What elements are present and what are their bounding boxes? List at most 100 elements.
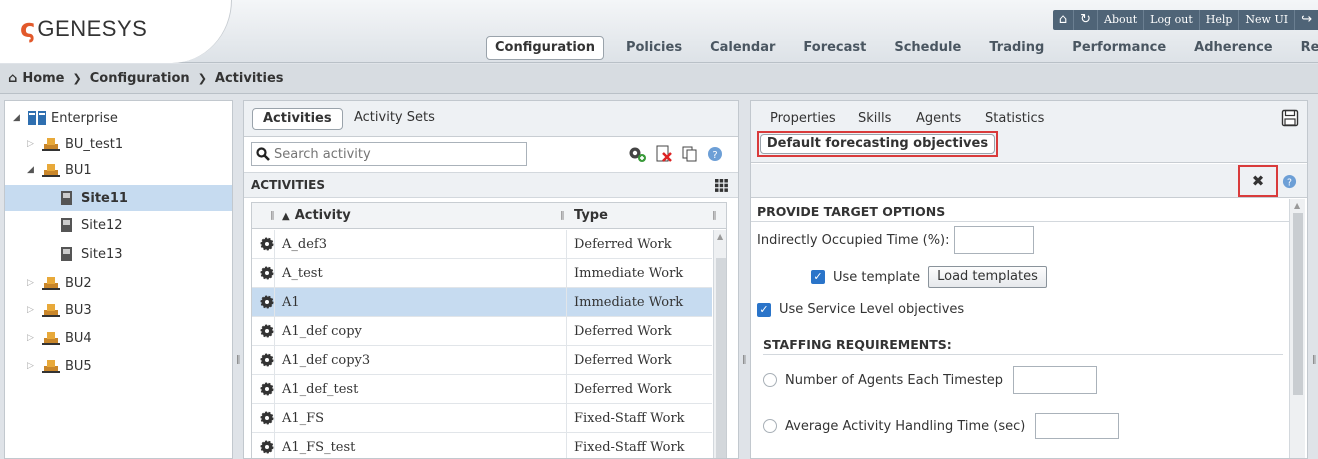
tab-default-forecasting-objectives[interactable]: Default forecasting objectives <box>760 134 995 154</box>
help-icon[interactable]: ? <box>1282 174 1297 189</box>
cell-divider <box>566 346 567 375</box>
nav-adherence[interactable]: Adherence <box>1180 37 1286 59</box>
splitter-grip-icon[interactable]: ‖ <box>742 355 747 365</box>
tree-item-bu3[interactable]: ▷ BU3 <box>27 297 227 323</box>
help-icon[interactable]: ? <box>707 146 723 162</box>
collapsed-arrow-icon[interactable]: ▷ <box>27 333 41 343</box>
num-agents-label: Number of Agents Each Timestep <box>785 372 1004 388</box>
load-templates-button[interactable]: Load templates <box>928 266 1047 288</box>
aht-radio[interactable] <box>763 419 777 433</box>
new-ui-link[interactable]: New UI <box>1238 10 1294 30</box>
num-agents-radio[interactable] <box>763 373 777 387</box>
tab-activity-sets[interactable]: Activity Sets <box>344 108 445 130</box>
nav-performance[interactable]: Performance <box>1058 37 1180 59</box>
cell-divider <box>274 288 275 317</box>
collapsed-arrow-icon[interactable]: ▷ <box>27 139 41 149</box>
copy-icon[interactable] <box>681 145 699 163</box>
tree-item-enterprise[interactable]: ◢ Enterprise <box>13 105 232 131</box>
grid-scrollbar[interactable]: ▲ <box>713 230 726 458</box>
tree-item-bu-test1[interactable]: ▷ BU_test1 <box>27 131 227 157</box>
refresh-icon[interactable]: ↻ <box>1073 10 1097 30</box>
nav-policies[interactable]: Policies <box>612 37 696 59</box>
right-splitter[interactable]: ‖ <box>740 100 748 459</box>
aht-input[interactable] <box>1035 413 1120 439</box>
about-link[interactable]: About <box>1097 10 1143 30</box>
business-unit-icon <box>42 138 60 151</box>
delete-document-icon[interactable] <box>655 145 673 163</box>
column-chooser-grid-icon[interactable] <box>715 179 728 192</box>
tab-properties[interactable]: Properties <box>770 111 836 126</box>
collapsed-arrow-icon[interactable]: ▷ <box>27 305 41 315</box>
column-resize-handle-icon[interactable]: ‖ <box>712 203 717 229</box>
form-scrollbar[interactable]: ▲ <box>1289 199 1305 458</box>
nav-reports[interactable]: Reports <box>1287 37 1318 59</box>
table-row-selected[interactable]: A1 Immediate Work <box>252 288 712 317</box>
tab-agents[interactable]: Agents <box>916 111 961 126</box>
tree-item-bu1[interactable]: ◢ BU1 <box>27 157 227 183</box>
tree-item-site13[interactable]: Site13 <box>57 241 227 267</box>
activity-name-cell: A1_def_test <box>282 382 359 397</box>
breadcrumb-home[interactable]: Home <box>22 71 64 86</box>
column-resize-handle-icon[interactable]: ‖ <box>270 203 275 229</box>
tab-skills[interactable]: Skills <box>858 111 891 126</box>
nav-configuration[interactable]: Configuration <box>486 36 604 60</box>
logout-link[interactable]: Log out <box>1143 10 1199 30</box>
nav-forecast[interactable]: Forecast <box>789 37 880 59</box>
help-link[interactable]: Help <box>1198 10 1239 30</box>
column-header-label: Activity <box>294 208 351 223</box>
column-resize-handle-icon[interactable]: ‖ <box>560 203 565 229</box>
scrollbar-thumb[interactable] <box>716 258 726 458</box>
tree-item-site11[interactable]: Site11 <box>5 185 232 211</box>
splitter-grip-icon[interactable]: ‖ <box>236 355 241 365</box>
num-agents-input[interactable] <box>1013 366 1098 394</box>
nav-trading[interactable]: Trading <box>975 37 1058 59</box>
indirect-occupied-input[interactable] <box>953 226 1034 254</box>
breadcrumb-configuration[interactable]: Configuration <box>90 71 190 86</box>
search-activity-input[interactable] <box>274 146 514 162</box>
use-service-level-checkbox[interactable]: ✓ <box>757 302 771 317</box>
forecasting-objectives-form: PROVIDE TARGET OPTIONS Indirectly Occupi… <box>751 199 1291 458</box>
tree-item-site12[interactable]: Site12 <box>57 212 227 238</box>
table-row[interactable]: A1_FS Fixed-Staff Work <box>252 404 712 433</box>
activity-name-cell: A_def3 <box>282 237 327 252</box>
exit-icon[interactable]: ↪ <box>1294 10 1318 30</box>
use-service-level-row: ✓ Use Service Level objectives <box>757 302 964 317</box>
cell-divider <box>274 317 275 346</box>
save-icon[interactable] <box>1281 109 1299 127</box>
tab-activities[interactable]: Activities <box>252 108 343 130</box>
scroll-up-arrow-icon[interactable]: ▲ <box>1294 201 1300 210</box>
column-header-activity[interactable]: ▲ Activity <box>282 203 351 229</box>
use-template-checkbox[interactable]: ✓ <box>811 270 825 284</box>
table-row[interactable]: A1_FS_test Fixed-Staff Work <box>252 433 712 458</box>
cell-divider <box>566 259 567 288</box>
search-activity-box[interactable] <box>251 142 527 166</box>
scrollbar-thumb[interactable] <box>1293 213 1303 395</box>
table-row[interactable]: A1_def copy3 Deferred Work <box>252 346 712 375</box>
close-button[interactable]: ✖ <box>1238 165 1278 197</box>
tree-item-bu4[interactable]: ▷ BU4 <box>27 325 227 351</box>
tree-item-bu2[interactable]: ▷ BU2 <box>27 270 227 296</box>
expanded-arrow-icon[interactable]: ◢ <box>13 113 27 123</box>
activities-section-header: ACTIVITIES <box>244 172 738 198</box>
collapsed-arrow-icon[interactable]: ▷ <box>27 361 41 371</box>
nav-calendar[interactable]: Calendar <box>696 37 789 59</box>
far-right-splitter[interactable]: ‖ <box>1310 100 1318 459</box>
scroll-up-arrow-icon[interactable]: ▲ <box>717 232 723 241</box>
nav-schedule[interactable]: Schedule <box>880 37 975 59</box>
provide-target-options-title: PROVIDE TARGET OPTIONS <box>757 204 946 219</box>
tree-item-bu5[interactable]: ▷ BU5 <box>27 353 227 379</box>
splitter-grip-icon[interactable]: ‖ <box>1312 355 1317 365</box>
table-row[interactable]: A_test Immediate Work <box>252 259 712 288</box>
enterprise-tree: ◢ Enterprise ▷ BU_test1 ◢ BU1 Site11 Sit… <box>4 100 233 459</box>
collapsed-arrow-icon[interactable]: ▷ <box>27 278 41 288</box>
add-activity-gear-icon[interactable] <box>627 145 647 163</box>
expanded-arrow-icon[interactable]: ◢ <box>27 165 41 175</box>
column-header-type[interactable]: Type <box>574 203 608 229</box>
left-splitter[interactable]: ‖ <box>234 100 242 459</box>
table-row[interactable]: A_def3 Deferred Work <box>252 230 712 259</box>
home-icon[interactable]: ⌂ <box>1053 10 1073 30</box>
table-row[interactable]: A1_def_test Deferred Work <box>252 375 712 404</box>
activity-name-cell: A1_def copy <box>282 324 362 339</box>
tab-statistics[interactable]: Statistics <box>985 111 1044 126</box>
table-row[interactable]: A1_def copy Deferred Work <box>252 317 712 346</box>
